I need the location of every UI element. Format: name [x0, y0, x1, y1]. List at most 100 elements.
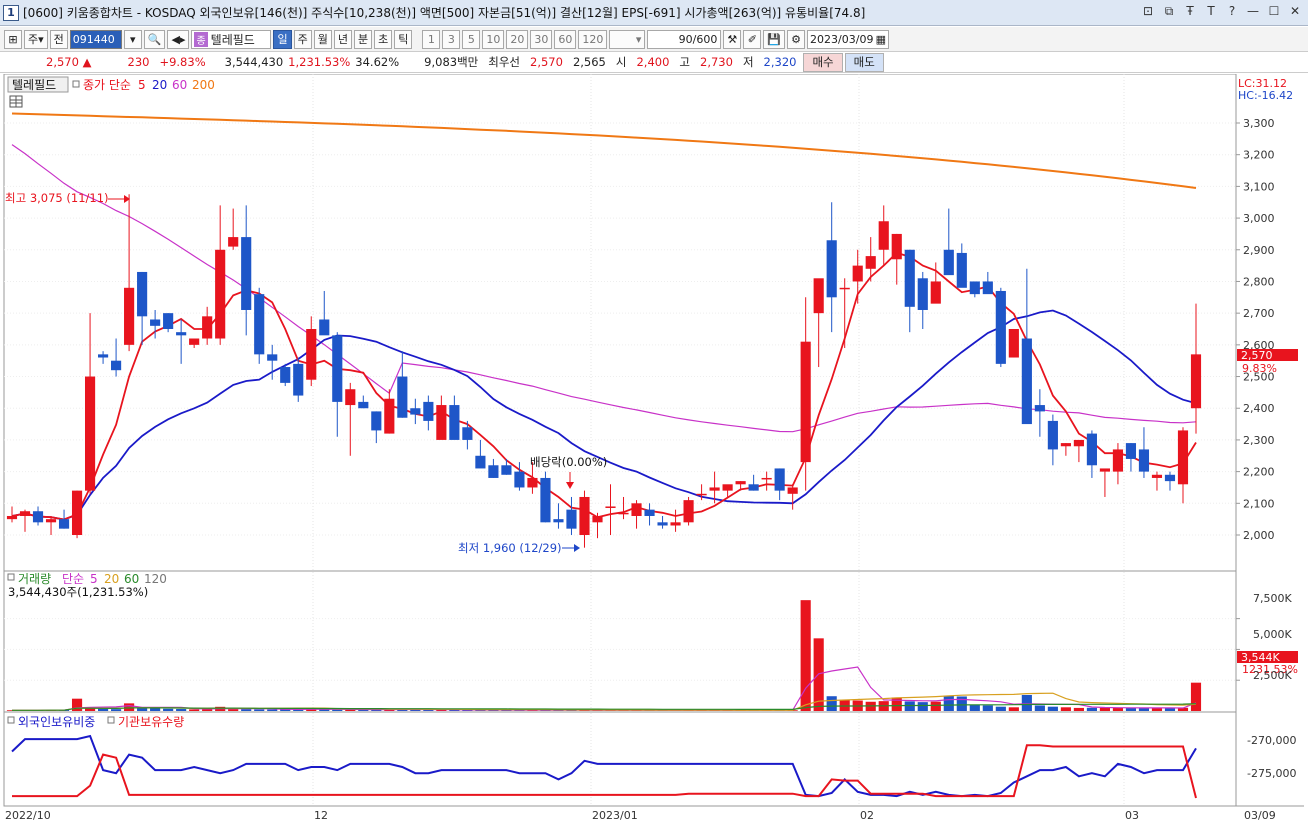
candle-body	[592, 515, 603, 523]
period-day-tab[interactable]: 일	[273, 29, 292, 49]
candle-body	[475, 455, 486, 469]
turnover-pct: 34.62%	[355, 55, 400, 69]
candle-body	[436, 405, 447, 440]
volume-value: 3,544,430	[224, 55, 284, 69]
save-icon[interactable]: 💾	[763, 29, 786, 49]
foreign-ytick-2: -275,000	[1247, 767, 1296, 780]
volume-legend-series: 단순	[62, 572, 84, 586]
period-tick-tab[interactable]: 틱	[394, 29, 413, 49]
candle-body	[1008, 329, 1019, 358]
candle-body	[800, 341, 811, 463]
stock-name: 텔레필드	[210, 32, 255, 47]
period-minute-tab[interactable]: 분	[353, 29, 373, 49]
candle-body	[1125, 443, 1137, 459]
candle-body	[306, 329, 317, 380]
candle-body	[254, 294, 265, 355]
chart-area[interactable]: 3,3003,2003,1003,0002,9002,8002,7002,600…	[0, 74, 1308, 828]
volume-bar	[995, 706, 1006, 711]
interval-60[interactable]: 60	[554, 29, 577, 49]
candle-body	[839, 287, 850, 290]
ma-legend-20: 20	[152, 78, 167, 92]
volume-bar	[904, 701, 915, 711]
interval-120[interactable]: 120	[578, 29, 608, 49]
price-ytick-label: 2,300	[1243, 434, 1275, 447]
candle-body	[319, 319, 330, 336]
dividend-annotation: 배당락(0.00%)	[530, 455, 607, 469]
interval-1[interactable]: 1	[422, 29, 441, 49]
price-ytick-label: 2,200	[1243, 466, 1275, 479]
calendar-icon[interactable]: ▦	[876, 33, 886, 46]
gear-icon[interactable]: ⚙	[787, 29, 806, 49]
volume-bar	[1008, 707, 1019, 711]
text-icon[interactable]: T	[1204, 4, 1218, 19]
candle-body	[176, 332, 187, 336]
stock-code-input[interactable]: 091440	[69, 29, 122, 49]
interval-3[interactable]: 3	[442, 29, 461, 49]
candle-body	[1164, 474, 1176, 482]
window-number-badge[interactable]: 1	[3, 4, 19, 21]
volume-bar	[1073, 707, 1084, 711]
candle-body	[722, 484, 733, 491]
maximize-icon[interactable]: ☐	[1267, 4, 1281, 19]
sell-button[interactable]: 매도	[844, 52, 884, 72]
interval-5[interactable]: 5	[462, 29, 481, 49]
candle-body	[384, 398, 395, 434]
interval-10[interactable]: 10	[482, 29, 505, 49]
date-value: 2023/03/09	[810, 32, 874, 46]
price-panel-frame	[3, 74, 1237, 572]
candle-body	[1151, 474, 1163, 478]
help-icon[interactable]: ?	[1225, 4, 1239, 19]
stock-name-box[interactable]: 종 텔레필드	[191, 29, 272, 49]
type-select[interactable]: 주 ▾	[24, 29, 48, 49]
volume-bar	[1099, 707, 1110, 711]
price-value: 2,570	[46, 55, 79, 69]
volume-bar	[943, 695, 954, 711]
high-annotation: 최고 3,075 (11/11)	[5, 191, 109, 205]
volume-legend-name: 거래량	[18, 572, 51, 586]
window-controls: ⊡ ⧉ Ŧ T ? — ☐ ✕	[1141, 4, 1302, 19]
price-ytick-label: 2,800	[1243, 275, 1275, 288]
date-input[interactable]: 2023/03/09 ▦	[807, 29, 890, 49]
interval-dropdown[interactable]: ▾	[609, 29, 646, 49]
candle-body	[488, 465, 499, 478]
code-dropdown-icon[interactable]: ▾	[123, 29, 142, 49]
volume-bar	[891, 697, 902, 711]
link-window-icon[interactable]: ⊡	[1141, 4, 1155, 19]
pin-icon[interactable]: Ŧ	[1183, 4, 1197, 19]
period-month-tab[interactable]: 월	[313, 29, 332, 49]
search-icon[interactable]: 🔍	[143, 29, 166, 49]
minimize-icon[interactable]: —	[1246, 4, 1260, 19]
draw-tool-icon[interactable]: ✐	[743, 29, 762, 49]
prev-button[interactable]: 전	[49, 29, 68, 49]
price-ytick-label: 2,100	[1243, 497, 1275, 510]
period-second-tab[interactable]: 초	[374, 29, 393, 49]
restore-layout-icon[interactable]: ⧉	[1162, 4, 1176, 19]
current-pct-tag: 9.83%	[1242, 362, 1277, 375]
layout-icon[interactable]: ⊞	[4, 29, 22, 49]
interval-30[interactable]: 30	[530, 29, 553, 49]
candle-body	[761, 477, 772, 480]
period-week-tab[interactable]: 주	[293, 29, 312, 49]
candle-body	[371, 411, 382, 431]
period-year-tab[interactable]: 년	[333, 29, 352, 49]
settings-tools-icon[interactable]: ⚒	[723, 29, 742, 49]
candle-body	[956, 252, 967, 288]
candle-body	[566, 509, 577, 529]
volume-bar	[1034, 705, 1045, 711]
high-value: 2,730	[700, 55, 733, 69]
speaker-icon[interactable]: ◀▸	[167, 29, 190, 49]
volume-bar	[1047, 706, 1058, 711]
close-icon[interactable]: ✕	[1288, 4, 1302, 19]
bid-price-2: 2,565	[572, 55, 606, 69]
data-count-box[interactable]: 90/600	[647, 29, 722, 49]
buy-button[interactable]: 매수	[803, 52, 843, 72]
interval-20[interactable]: 20	[506, 29, 529, 49]
price-ytick-label: 2,900	[1243, 244, 1275, 257]
candle-body	[501, 465, 512, 475]
candle-body	[202, 316, 213, 339]
price-change: 230	[127, 55, 150, 69]
candle-body	[579, 496, 590, 535]
open-label: 시	[615, 55, 627, 69]
price-ytick-label: 2,000	[1243, 529, 1275, 542]
ma-legend-200: 200	[192, 78, 215, 92]
